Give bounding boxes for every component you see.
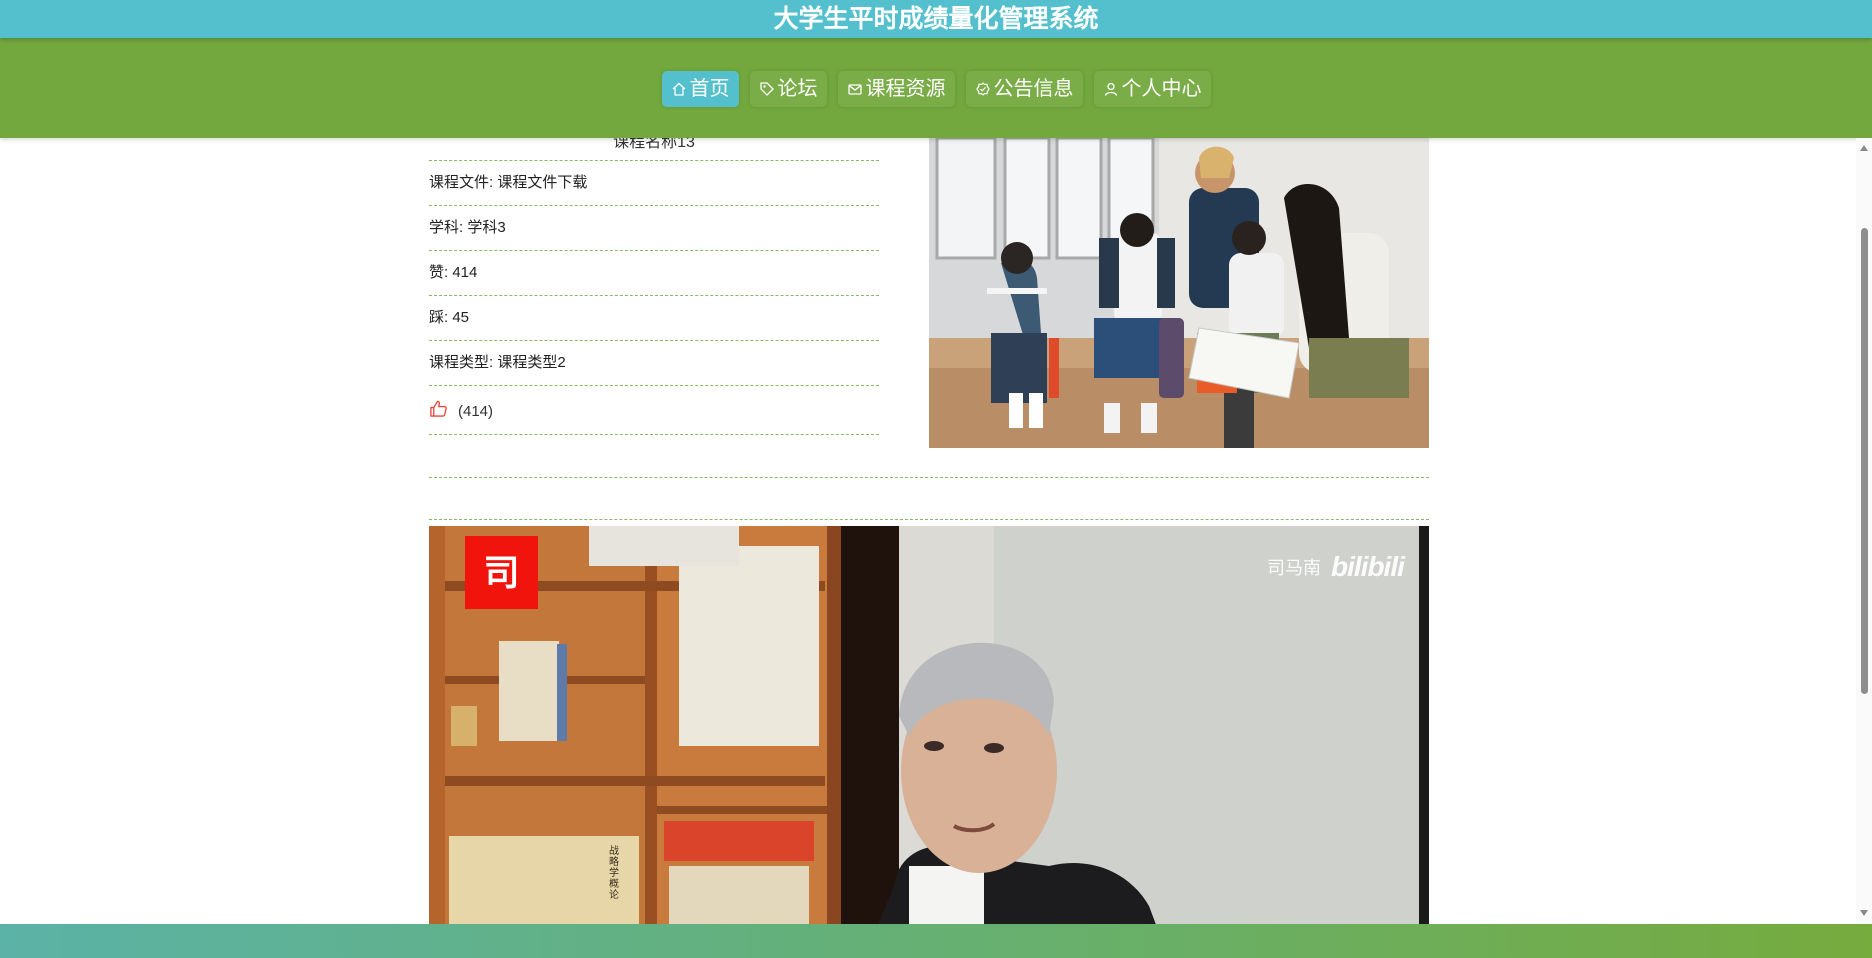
watermark-author: 司马南 <box>1267 558 1321 578</box>
video-top-divider <box>429 519 1429 520</box>
scroll-down-arrow-icon[interactable] <box>1860 910 1868 916</box>
course-type-row: 课程类型: 课程类型2 <box>429 341 879 386</box>
classroom-photo <box>929 138 1429 448</box>
mail-icon <box>847 84 862 95</box>
subject-text: 学科: 学科3 <box>429 219 506 236</box>
nav-item-label: 公告信息 <box>993 78 1074 100</box>
book-spine-text: 战略学概论 <box>609 846 619 901</box>
bilibili-logo: bilibili <box>1331 551 1405 582</box>
scroll-thumb[interactable] <box>1861 228 1868 694</box>
course-type-text: 课程类型: 课程类型2 <box>429 354 566 371</box>
course-file-link[interactable]: 课程文件: 课程文件下载 <box>429 173 587 193</box>
channel-badge: 司 <box>483 552 520 593</box>
main-nav: 首页 论坛 课程资源 公告信息 个人中心 <box>0 71 1872 107</box>
video-watermark: 司马南 bilibili <box>1267 551 1405 583</box>
tag-icon <box>759 82 774 96</box>
course-detail: 课程名称13 课程文件: 课程文件下载 学科: 学科3 赞: 414 踩: 45… <box>429 138 1429 924</box>
section-divider <box>429 477 1429 478</box>
course-cover-image <box>929 138 1429 448</box>
top-navbar: 首页 论坛 课程资源 公告信息 个人中心 <box>0 38 1872 138</box>
user-icon <box>1104 82 1117 96</box>
nav-item-label: 首页 <box>689 78 730 100</box>
page-scrollbar[interactable] <box>1856 138 1872 924</box>
nav-item-announcements[interactable]: 公告信息 <box>965 71 1083 107</box>
nav-item-label: 个人中心 <box>1121 78 1202 100</box>
like-count: (414) <box>458 403 494 420</box>
like-row: (414) <box>429 386 879 435</box>
course-name: 课程名称13 <box>613 138 695 151</box>
likes-text: 赞: 414 <box>429 264 478 281</box>
nav-item-course-resources[interactable]: 课程资源 <box>837 71 955 107</box>
dislikes-row: 踩: 45 <box>429 296 879 341</box>
likes-row: 赞: 414 <box>429 251 879 296</box>
subject-row: 学科: 学科3 <box>429 206 879 251</box>
dislikes-text: 踩: 45 <box>429 309 470 326</box>
thumbs-up-icon[interactable] <box>429 399 448 418</box>
badge-icon <box>975 82 990 96</box>
nav-item-forum[interactable]: 论坛 <box>749 71 827 107</box>
video-frame <box>429 526 1429 924</box>
app-title: 大学生平时成绩量化管理系统 <box>0 0 1872 38</box>
nav-item-label: 论坛 <box>777 78 818 100</box>
course-video-player[interactable]: 司 司马南 bilibili 战略学概论 <box>429 526 1429 924</box>
home-icon <box>672 82 685 96</box>
course-file-row[interactable]: 课程文件: 课程文件下载 <box>429 161 879 206</box>
nav-item-label: 课程资源 <box>865 78 946 100</box>
footer-bar <box>0 924 1872 958</box>
scroll-up-arrow-icon[interactable] <box>1860 145 1868 151</box>
nav-item-personal-center[interactable]: 个人中心 <box>1093 71 1211 107</box>
nav-item-home[interactable]: 首页 <box>661 71 739 107</box>
